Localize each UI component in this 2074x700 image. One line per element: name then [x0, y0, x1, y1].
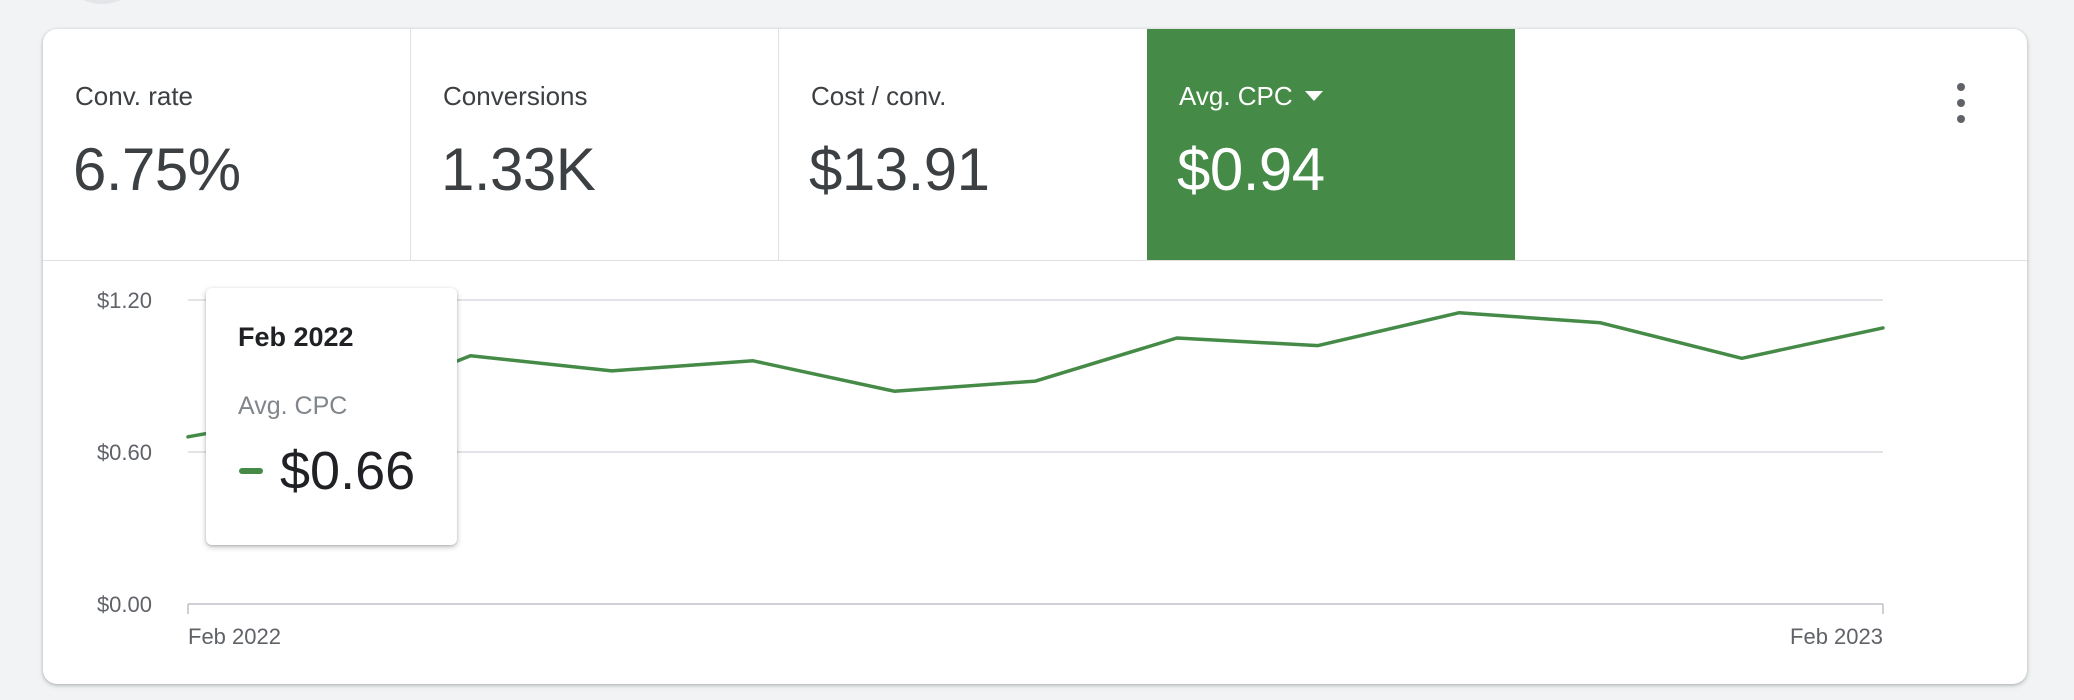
tooltip-metric-name: Avg. CPC	[238, 392, 348, 420]
metrics-divider	[43, 260, 2027, 261]
more-dot	[1957, 83, 1965, 91]
x-tick-label: Feb 2022	[188, 624, 281, 649]
caret-down-icon[interactable]	[1304, 91, 1323, 102]
more-vert-icon[interactable]	[1947, 79, 1975, 127]
metric-tab-conv-rate[interactable]: Conv. rate 6.75%	[43, 29, 411, 260]
metric-label-text: Avg. CPC	[1179, 81, 1293, 111]
y-tick-label: $0.60	[97, 440, 152, 465]
tooltip-value: $0.66	[280, 441, 416, 501]
x-tick-label: Feb 2023	[1790, 624, 1883, 649]
avatar-partial	[62, 0, 142, 4]
metric-value: $0.94	[1177, 136, 1325, 203]
metric-label: Conversions	[443, 81, 588, 111]
more-dot	[1957, 115, 1965, 123]
y-tick-label: $1.20	[97, 288, 152, 313]
metric-tab-cost-per-conv[interactable]: Cost / conv. $13.91	[779, 29, 1147, 260]
series-swatch	[239, 468, 263, 474]
metric-value: 1.33K	[441, 136, 596, 203]
metric-value: 6.75%	[73, 136, 241, 203]
metric-label: Cost / conv.	[811, 81, 947, 111]
metric-tab-conversions[interactable]: Conversions 1.33K	[411, 29, 779, 260]
metric-label: Conv. rate	[75, 81, 194, 111]
performance-card: $0.00 $0.60 $1.20 Feb 2022 Feb 2023 Conv. ra…	[43, 29, 2027, 684]
metric-tab-avg-cpc[interactable]: Avg. CPC $0.94	[1147, 29, 1515, 260]
chart-tooltip: Feb 2022 Avg. CPC $0.66	[206, 288, 457, 545]
metric-tabs: Conv. rate 6.75% Conversions 1.33K Cost …	[43, 29, 2027, 260]
metric-label: Avg. CPC	[1179, 81, 1323, 112]
tooltip-date: Feb 2022	[238, 322, 354, 352]
more-dot	[1957, 99, 1965, 107]
metric-value: $13.91	[809, 136, 990, 203]
y-tick-label: $0.00	[97, 592, 152, 617]
